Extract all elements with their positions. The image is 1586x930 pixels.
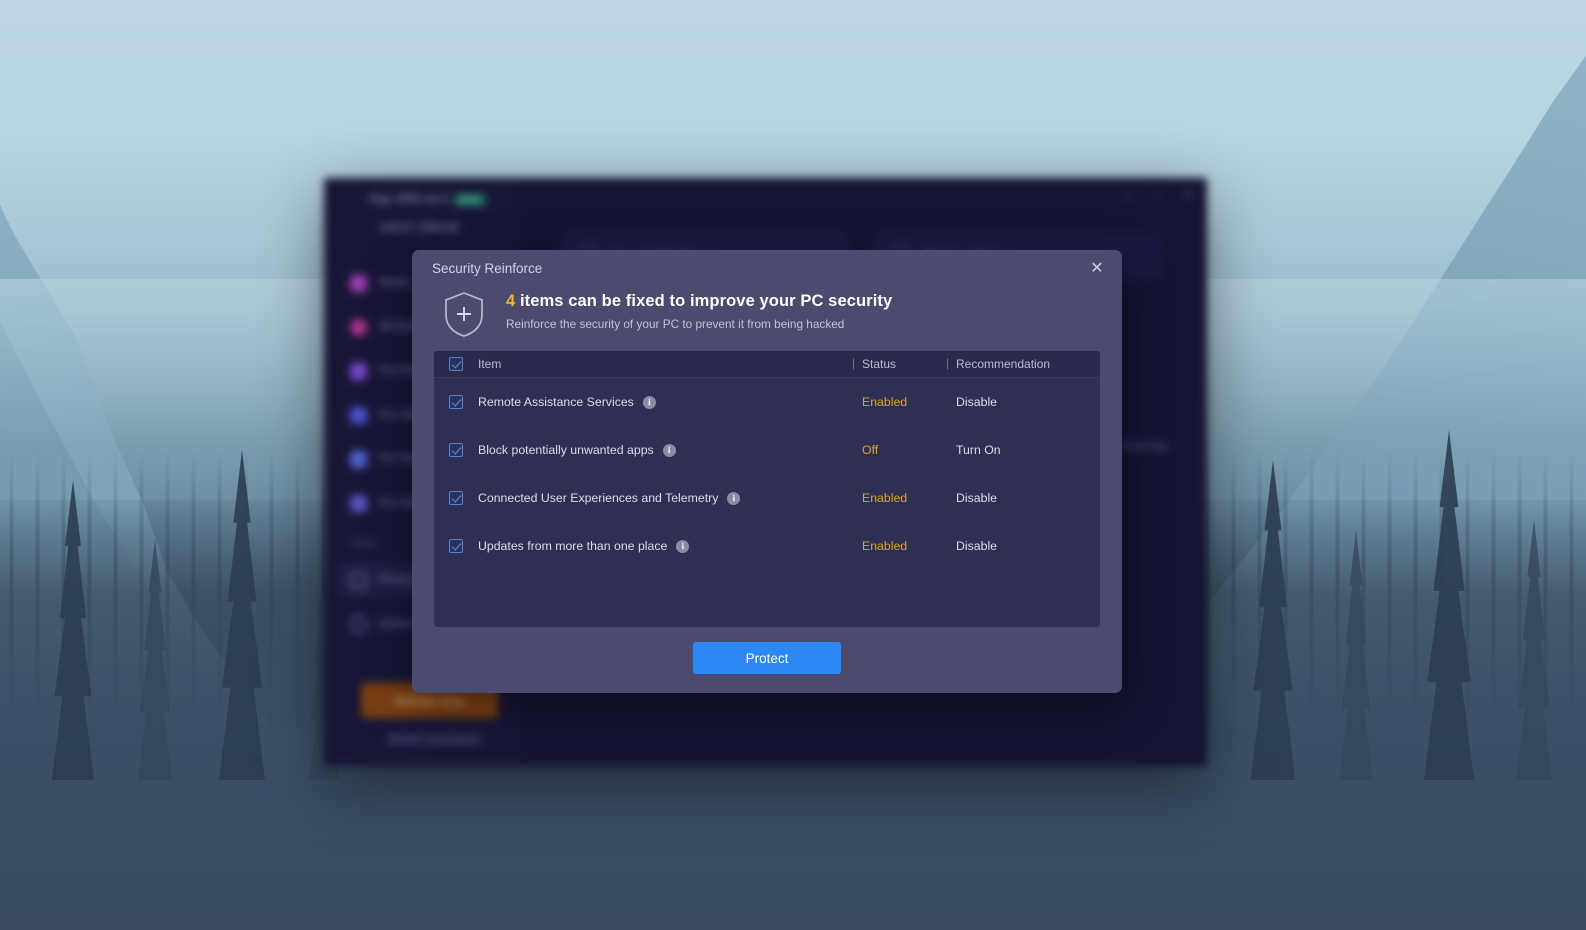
sidebar-item-label: Home — [379, 277, 410, 289]
app-brand: iTop VPN v4.4 PRO — [368, 192, 487, 206]
table-body: Remote Assistance Services i Enabled Dis… — [434, 378, 1100, 570]
row-status: Enabled — [862, 539, 908, 553]
row-recommendation: Turn On — [956, 443, 1001, 457]
row-checkbox[interactable] — [434, 491, 478, 505]
info-icon[interactable]: i — [662, 443, 676, 457]
row-recommendation: Disable — [956, 395, 998, 409]
home-icon — [350, 274, 367, 292]
issue-count: 4 — [506, 292, 516, 310]
row-checkbox[interactable] — [434, 395, 478, 409]
checkbox-icon — [449, 395, 463, 409]
login-link[interactable]: Log In — [380, 220, 411, 232]
maximize-icon[interactable]: ▫ — [1157, 188, 1161, 202]
row-item-cell: Connected User Experiences and Telemetry… — [478, 491, 862, 505]
table-row[interactable]: Block potentially unwanted apps i Off Tu… — [434, 426, 1100, 474]
column-header-status: Status — [862, 357, 956, 371]
close-icon[interactable]: ✕ — [1082, 255, 1112, 283]
column-header-recommendation: Recommendation — [956, 357, 1100, 371]
row-item-cell: Updates from more than one place i — [478, 539, 862, 553]
gamepad-icon — [350, 494, 367, 512]
dialog-subtitle: Reinforce the security of your PC to pre… — [506, 317, 845, 331]
row-recommendation: Disable — [956, 491, 998, 505]
protect-button[interactable]: Protect — [693, 642, 841, 674]
row-status: Enabled — [862, 395, 908, 409]
dialog-hero: 4 items can be fixed to improve your PC … — [442, 286, 1098, 344]
shield-plus-icon — [442, 290, 486, 338]
dialog-title: Security Reinforce — [432, 261, 543, 276]
row-item-label: Connected User Experiences and Telemetry — [478, 491, 719, 505]
people-icon — [350, 450, 367, 468]
link-icon — [350, 615, 367, 633]
window-controls[interactable]: — ▫ ✕ — [1123, 188, 1193, 202]
info-icon[interactable]: i — [676, 539, 690, 553]
minimize-icon[interactable]: — — [1123, 188, 1135, 202]
checkbox-icon — [449, 357, 463, 371]
dialog-headline: 4 items can be fixed to improve your PC … — [506, 292, 892, 311]
scan-status-note: Scanning — [1121, 440, 1167, 452]
table-row[interactable]: Remote Assistance Services i Enabled Dis… — [434, 378, 1100, 426]
tools-section-label: Tools — [350, 538, 376, 549]
already-purchased-link[interactable]: Already Purchased? — [354, 732, 514, 744]
globe-icon — [350, 318, 367, 336]
security-reinforce-dialog: Security Reinforce ✕ 4 items can be fixe… — [412, 250, 1122, 693]
row-recommendation: Disable — [956, 539, 998, 553]
table-row[interactable]: Connected User Experiences and Telemetry… — [434, 474, 1100, 522]
info-icon[interactable]: i — [727, 491, 741, 505]
row-status: Off — [862, 443, 879, 457]
auth-links[interactable]: Log In | Sign Up — [380, 220, 459, 232]
checkbox-icon — [449, 443, 463, 457]
signup-link[interactable]: Sign Up — [420, 220, 459, 232]
headline-text: items can be fixed to improve your PC se… — [515, 292, 893, 310]
checkbox-icon — [449, 539, 463, 553]
info-icon[interactable]: i — [642, 395, 656, 409]
app-brand-label: iTop VPN v4.4 — [368, 192, 448, 206]
row-item-label: Remote Assistance Services — [478, 395, 634, 409]
row-checkbox[interactable] — [434, 539, 478, 553]
auth-divider: | — [413, 220, 417, 232]
items-table-panel: Item Status Recommendation Remote Assist… — [434, 351, 1100, 627]
pro-badge: PRO — [453, 193, 487, 206]
row-item-label: Updates from more than one place — [478, 539, 668, 553]
row-item-cell: Remote Assistance Services i — [478, 395, 862, 409]
close-icon[interactable]: ✕ — [1183, 188, 1193, 202]
table-row[interactable]: Updates from more than one place i Enabl… — [434, 522, 1100, 570]
row-item-cell: Block potentially unwanted apps i — [478, 443, 862, 457]
select-all-checkbox[interactable] — [434, 357, 478, 371]
video-icon — [350, 406, 367, 424]
row-status: Enabled — [862, 491, 908, 505]
checkbox-icon — [449, 491, 463, 505]
row-checkbox[interactable] — [434, 443, 478, 457]
column-header-item: Item — [478, 357, 502, 371]
row-item-label: Block potentially unwanted apps — [478, 443, 654, 457]
download-icon — [350, 362, 367, 380]
table-header-row: Item Status Recommendation — [434, 351, 1100, 378]
shield-tool-icon — [350, 571, 367, 589]
